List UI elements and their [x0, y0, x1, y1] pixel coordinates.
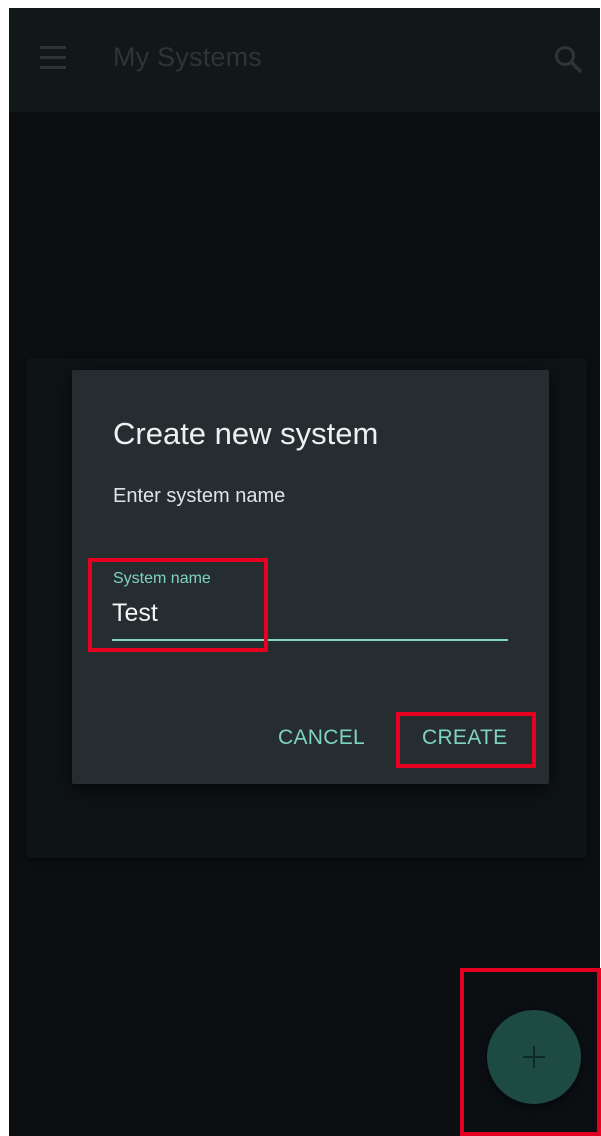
hamburger-menu-icon[interactable]: [40, 44, 66, 72]
app-bar: My Systems: [9, 8, 600, 112]
dialog-title: Create new system: [113, 416, 379, 451]
app-bar-title: My Systems: [113, 42, 263, 72]
plus-icon: [523, 1046, 545, 1068]
create-button[interactable]: CREATE: [422, 726, 507, 750]
add-system-fab[interactable]: [487, 1010, 581, 1104]
cancel-button[interactable]: CANCEL: [278, 726, 365, 750]
system-name-field-label: System name: [113, 570, 211, 587]
dialog-message: Enter system name: [113, 485, 286, 507]
system-name-input[interactable]: [112, 593, 508, 633]
search-icon[interactable]: [553, 44, 583, 74]
system-name-field-underline: [112, 639, 508, 641]
app-screen: My Systems Create new system Enter syste…: [9, 8, 600, 1136]
create-system-dialog: Create new system Enter system name Syst…: [72, 370, 549, 784]
